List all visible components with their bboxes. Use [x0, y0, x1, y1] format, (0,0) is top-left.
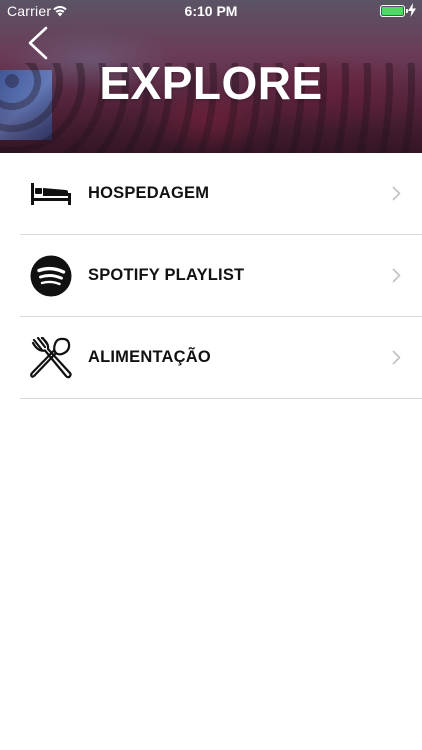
header-banner: Carrier 6:10 PM EXPLORE: [0, 0, 422, 153]
status-time: 6:10 PM: [184, 3, 238, 19]
menu-item-label: ALIMENTAÇÃO: [88, 348, 211, 366]
page-title: EXPLORE: [99, 57, 323, 109]
menu-item-alimentacao[interactable]: ALIMENTAÇÃO: [0, 317, 422, 399]
chevron-right-icon: [392, 268, 401, 283]
back-button[interactable]: [26, 26, 50, 60]
menu-item-label: HOSPEDAGEM: [88, 184, 210, 202]
fork-spoon-icon: [30, 337, 72, 379]
divider: [20, 398, 422, 399]
chevron-right-icon: [392, 186, 401, 201]
spotify-icon: [30, 255, 72, 297]
explore-menu-list: HOSPEDAGEM SPOTIFY PLAYLIST ALIMENTAÇÃO: [0, 153, 422, 399]
menu-item-label: SPOTIFY PLAYLIST: [88, 266, 245, 284]
menu-item-spotify-playlist[interactable]: SPOTIFY PLAYLIST: [0, 235, 422, 317]
chevron-right-icon: [392, 350, 401, 365]
status-bar: Carrier 6:10 PM: [0, 0, 422, 22]
battery-level: [382, 7, 403, 15]
battery-icon: [380, 5, 408, 17]
bed-icon: [31, 183, 71, 205]
charging-bolt-icon: [408, 3, 416, 17]
menu-item-hospedagem[interactable]: HOSPEDAGEM: [0, 153, 422, 235]
